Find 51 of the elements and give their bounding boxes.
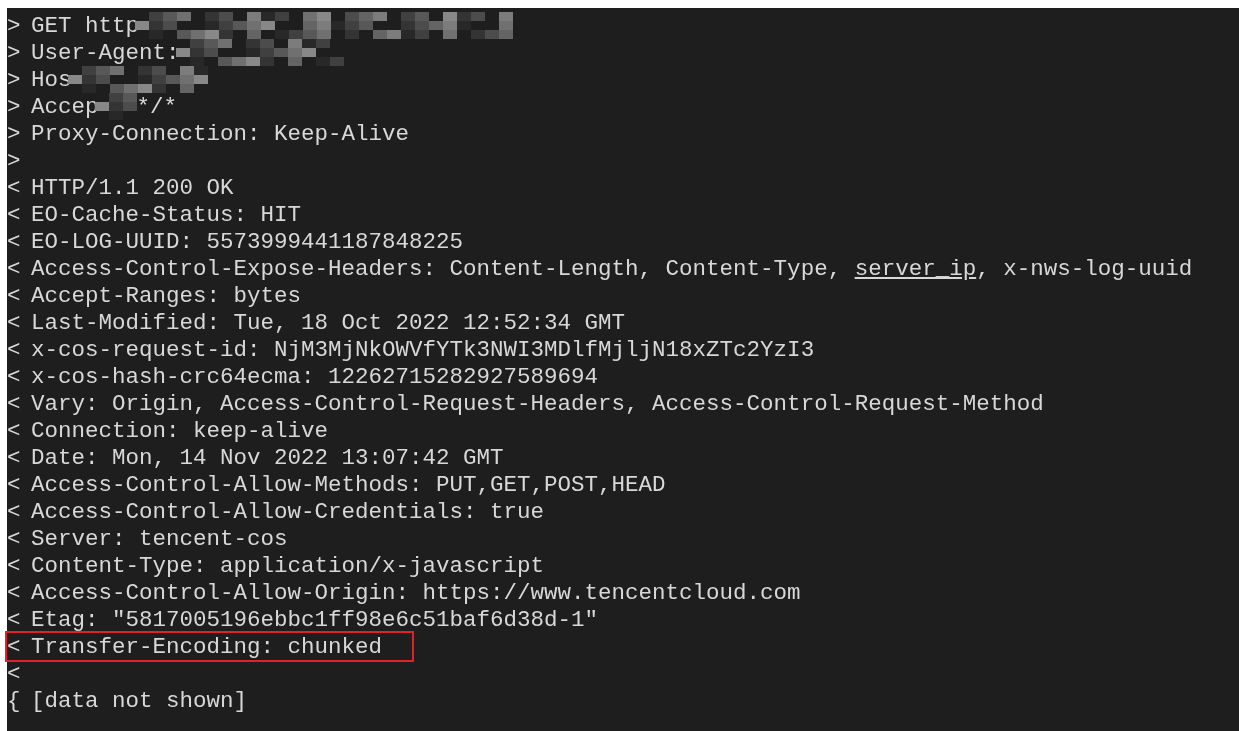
line-prefix: < — [7, 552, 22, 579]
terminal-text: Etag: "5817005196ebbc1ff98e6c51baf6d38d-1" — [31, 606, 599, 633]
terminal-text: Accept-Ranges: bytes — [31, 282, 302, 309]
terminal-text: Connection: keep-alive — [31, 417, 329, 444]
terminal-text: Access-Control-Allow-Methods: PUT,GET,POST,HEAD — [31, 471, 666, 498]
line-prefix: < — [7, 633, 22, 660]
terminal-text: Access-Control-Allow-Origin: https://www.tencentcloud.com — [31, 579, 801, 606]
terminal-text: */* — [136, 93, 178, 120]
line-prefix: < — [7, 390, 22, 417]
line-prefix: < — [7, 444, 22, 471]
terminal-text: Vary: Origin, Access-Control-Request-Headers, Access-Control-Request-Method — [31, 390, 1044, 417]
terminal-text: User-Agent: — [31, 39, 180, 66]
terminal-text: Date: Mon, 14 Nov 2022 13:07:42 GMT — [31, 444, 504, 471]
line-prefix: < — [7, 606, 22, 633]
terminal-text: Access-Control-Expose-Headers: Content-Length, Content-Type, — [31, 255, 843, 282]
line-prefix: < — [7, 255, 22, 282]
line-prefix: < — [7, 363, 22, 390]
terminal-text: x-cos-request-id: NjM3MjNkOWVfYTk3NWI3MDlfMjljN18xZTc2YzI3 — [31, 336, 815, 363]
line-prefix: < — [7, 417, 22, 444]
line-prefix: < — [7, 471, 22, 498]
line-prefix: < — [7, 579, 22, 606]
line-prefix: > — [7, 120, 22, 147]
line-prefix: < — [7, 174, 22, 201]
line-prefix: > — [7, 66, 22, 93]
line-prefix: < — [7, 660, 22, 687]
terminal-text: x-cos-hash-crc64ecma: 12262715282927589694 — [31, 363, 599, 390]
line-prefix: { — [7, 687, 22, 714]
line-prefix: > — [7, 12, 22, 39]
terminal-text: Access-Control-Allow-Credentials: true — [31, 498, 545, 525]
terminal-text: [data not shown] — [31, 687, 248, 714]
line-prefix: < — [7, 336, 22, 363]
terminal-text: Hos — [31, 66, 72, 93]
line-prefix: < — [7, 309, 22, 336]
terminal-text: HTTP/1.1 200 OK — [31, 174, 234, 201]
line-prefix: > — [7, 147, 22, 174]
terminal-text: Transfer-Encoding: chunked — [31, 633, 383, 660]
line-prefix: < — [7, 282, 22, 309]
terminal-text: EO-Cache-Status: HIT — [31, 201, 302, 228]
underlined-text: server_ip — [854, 255, 977, 282]
terminal-text: Content-Type: application/x-javascript — [31, 552, 545, 579]
line-prefix: > — [7, 93, 22, 120]
terminal-text: , x-nws-log-uuid — [976, 255, 1193, 282]
terminal-text: Proxy-Connection: Keep-Alive — [31, 120, 410, 147]
line-prefix: < — [7, 201, 22, 228]
terminal-text: Server: tencent-cos — [31, 525, 288, 552]
terminal-text: EO-LOG-UUID: 5573999441187848225 — [31, 228, 464, 255]
line-prefix: > — [7, 39, 22, 66]
line-prefix: < — [7, 525, 22, 552]
line-prefix: < — [7, 228, 22, 255]
terminal-text: Last-Modified: Tue, 18 Oct 2022 12:52:34 GMT — [31, 309, 626, 336]
line-prefix: < — [7, 498, 22, 525]
